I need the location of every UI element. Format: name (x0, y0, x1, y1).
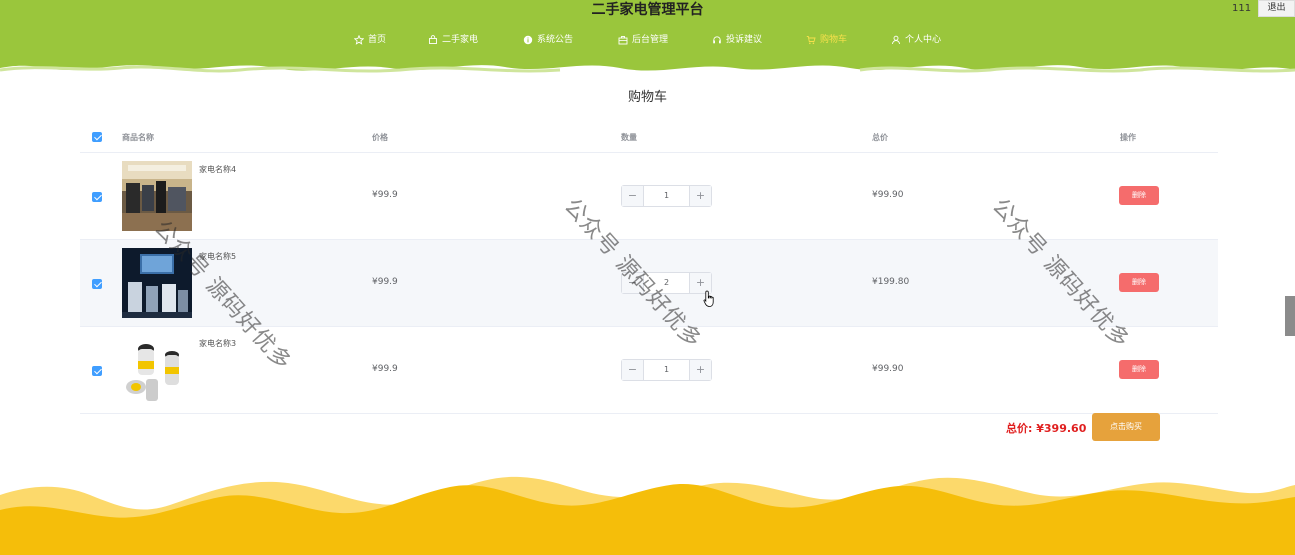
row-total: ¥99.90 (872, 190, 904, 200)
delete-button[interactable]: 删除 (1119, 360, 1159, 379)
row-checkbox[interactable] (92, 192, 102, 202)
cart-table: 商品名称 价格 数量 总价 操作 家电名称4 ¥99.9 − 1 + ¥99.9… (80, 120, 1218, 414)
table-row: 家电名称4 ¥99.9 − 1 + ¥99.90 删除 (80, 153, 1218, 240)
nav-item-home[interactable]: 首页 (354, 32, 386, 48)
quantity-stepper[interactable]: − 1 + (621, 185, 712, 207)
delete-button[interactable]: 删除 (1119, 273, 1159, 292)
column-header-name: 商品名称 (122, 133, 154, 142)
increase-button[interactable]: + (689, 186, 711, 206)
product-image (122, 335, 192, 405)
row-total: ¥99.90 (872, 364, 904, 374)
nav-item-cart[interactable]: 购物车 (806, 32, 847, 48)
nav-label: 后台管理 (632, 35, 669, 45)
top-header: 二手家电管理平台 首页 二手家电 系统公告 后台管理 投诉建议 购物车 个人中心 (0, 0, 1295, 78)
row-total: ¥199.80 (872, 277, 910, 287)
quantity-stepper[interactable]: − 2 + (621, 272, 712, 294)
nav-label: 二手家电 (442, 35, 479, 45)
column-header-price: 价格 (372, 133, 388, 142)
product-image (122, 248, 192, 318)
column-header-quantity: 数量 (621, 133, 637, 142)
site-title: 二手家电管理平台 (591, 2, 704, 18)
quantity-input[interactable]: 1 (644, 360, 689, 380)
nav-item-appliances[interactable]: 二手家电 (428, 32, 478, 48)
row-checkbox[interactable] (92, 366, 102, 376)
info-icon (523, 35, 533, 45)
logout-button[interactable]: 退出 (1258, 0, 1295, 17)
product-price: ¥99.9 (372, 364, 398, 374)
nav-label: 购物车 (820, 35, 848, 45)
product-name: 家电名称3 (199, 339, 237, 348)
scrollbar-thumb[interactable] (1285, 296, 1295, 336)
decrease-button[interactable]: − (622, 186, 644, 206)
briefcase-icon (618, 36, 628, 45)
nav-label: 投诉建议 (726, 35, 763, 45)
table-row: 家电名称3 ¥99.9 − 1 + ¥99.90 删除 (80, 327, 1218, 414)
buy-button[interactable]: 点击购买 (1092, 413, 1160, 441)
nav-label: 系统公告 (537, 35, 574, 45)
cart-icon (806, 36, 816, 45)
quantity-input[interactable]: 1 (644, 186, 689, 206)
table-row: 家电名称5 ¥99.9 − 2 + ¥199.80 删除 (80, 240, 1218, 327)
product-image (122, 161, 192, 231)
row-checkbox[interactable] (92, 279, 102, 289)
decrease-button[interactable]: − (622, 360, 644, 380)
nav-label: 首页 (368, 35, 387, 45)
star-icon (354, 35, 364, 45)
column-header-action: 操作 (1120, 133, 1136, 142)
user-icon (892, 35, 900, 45)
bag-icon (429, 35, 437, 44)
cart-total-amount: ¥399.60 (1036, 422, 1087, 435)
product-price: ¥99.9 (372, 277, 398, 287)
footer-wave (0, 455, 1295, 555)
hand-cursor-icon (703, 290, 714, 307)
select-all-checkbox[interactable] (92, 132, 102, 142)
cart-total-label: 总价: (1006, 422, 1033, 435)
nav-item-notices[interactable]: 系统公告 (523, 32, 573, 48)
table-header: 商品名称 价格 数量 总价 操作 (80, 120, 1218, 153)
page-title: 购物车 (627, 90, 667, 105)
product-name: 家电名称5 (199, 252, 237, 261)
main-nav: 首页 二手家电 系统公告 后台管理 投诉建议 购物车 个人中心 (0, 32, 1295, 48)
nav-item-complaints[interactable]: 投诉建议 (712, 32, 762, 48)
product-name: 家电名称4 (199, 165, 237, 174)
product-price: ¥99.9 (372, 190, 398, 200)
nav-item-profile[interactable]: 个人中心 (891, 32, 941, 48)
quantity-input[interactable]: 2 (644, 273, 689, 293)
nav-label: 个人中心 (905, 35, 942, 45)
increase-button[interactable]: + (689, 360, 711, 380)
current-user-name: 111 (1232, 3, 1252, 14)
nav-item-admin[interactable]: 后台管理 (618, 32, 668, 48)
footer-wave-bg (0, 476, 1295, 555)
cart-total: 总价: ¥399.60 (1006, 420, 1086, 436)
delete-button[interactable]: 删除 (1119, 186, 1159, 205)
headset-icon (713, 36, 721, 44)
quantity-stepper[interactable]: − 1 + (621, 359, 712, 381)
decrease-button[interactable]: − (622, 273, 644, 293)
column-header-total: 总价 (872, 133, 888, 142)
